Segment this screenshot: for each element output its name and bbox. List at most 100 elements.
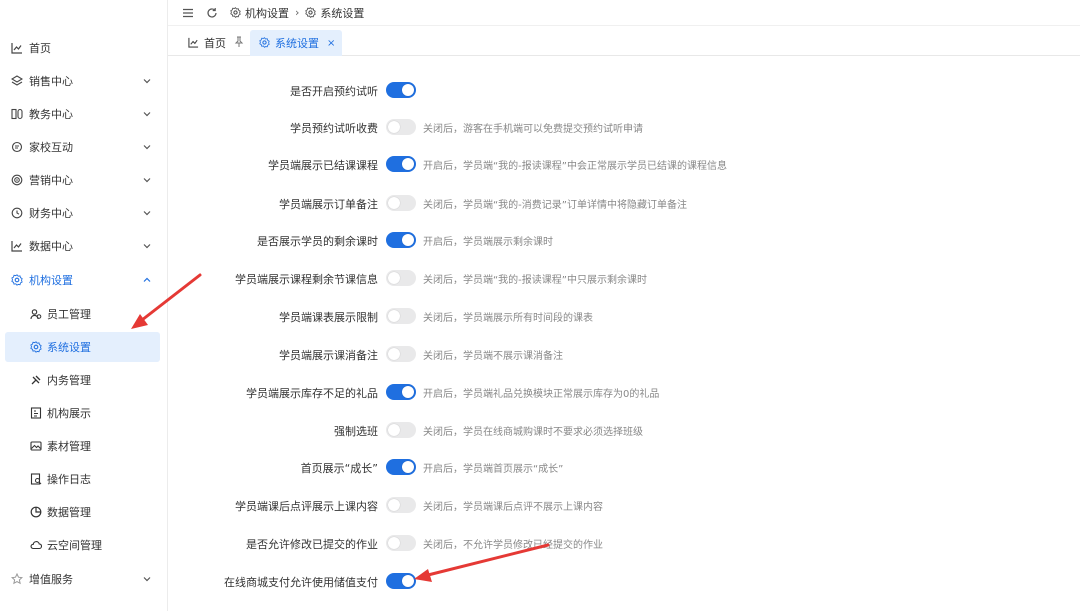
- sidebar-item-org-settings[interactable]: 机构设置: [0, 266, 168, 294]
- setting-toggle[interactable]: [386, 573, 416, 589]
- sidebar-item-marketing[interactable]: 营销中心: [0, 166, 168, 194]
- sidebar-subitem-label: 内务管理: [47, 374, 91, 387]
- setting-description: 关闭后，学员端“我的-消费记录”订单详情中将隐藏订单备注: [423, 200, 687, 211]
- sidebar-subitem-staff[interactable]: 员工管理: [5, 299, 160, 329]
- sidebar-subitem-label: 数据管理: [47, 506, 91, 519]
- log-icon: [29, 473, 42, 486]
- close-icon[interactable]: ×: [327, 38, 335, 49]
- setting-row: 首页展示“成长” 开启后，学员端首页展示“成长”: [168, 456, 1080, 478]
- setting-label: 学员预约试听收费: [290, 122, 378, 135]
- setting-toggle[interactable]: [386, 346, 416, 362]
- gear-icon: [305, 6, 317, 19]
- chart-icon: [188, 37, 200, 49]
- chart-icon: [10, 240, 23, 253]
- setting-toggle[interactable]: [386, 308, 416, 324]
- sidebar-item-sales[interactable]: 销售中心: [0, 67, 168, 95]
- tab-label: 系统设置: [275, 37, 319, 50]
- sidebar-subitem-label: 员工管理: [47, 308, 91, 321]
- sidebar-item-value-added[interactable]: 增值服务: [0, 565, 168, 593]
- image-icon: [29, 440, 42, 453]
- setting-toggle[interactable]: [386, 270, 416, 286]
- book-icon: [10, 108, 23, 121]
- setting-description: 关闭后，不允许学员修改已经提交的作业: [423, 540, 603, 551]
- people-icon: [29, 308, 42, 321]
- sidebar-item-label: 财务中心: [29, 207, 73, 220]
- setting-toggle[interactable]: [386, 497, 416, 513]
- setting-row: 学员端展示课程剩余节课信息 关闭后，学员端“我的-报读课程”中只展示剩余课时: [168, 267, 1080, 289]
- breadcrumb-item-org-settings[interactable]: 机构设置: [230, 5, 289, 21]
- sidebar-item-label: 营销中心: [29, 174, 73, 187]
- setting-label: 是否展示学员的剩余课时: [257, 235, 378, 248]
- setting-toggle[interactable]: [386, 119, 416, 135]
- setting-label: 学员端展示课程剩余节课信息: [235, 273, 378, 286]
- setting-row: 学员端展示库存不足的礼品 开启后，学员端礼品兑换模块正常展示库存为0的礼品: [168, 381, 1080, 403]
- sidebar-item-finance[interactable]: 财务中心: [0, 199, 168, 227]
- gear-icon: [10, 274, 23, 287]
- toggle-knob: [388, 121, 400, 133]
- sidebar-subitem-assets[interactable]: 素材管理: [5, 431, 160, 461]
- setting-toggle[interactable]: [386, 82, 416, 98]
- toggle-knob: [402, 234, 414, 246]
- setting-label: 学员端展示库存不足的礼品: [246, 387, 378, 400]
- sidebar-subitem-cloud[interactable]: 云空间管理: [5, 530, 160, 560]
- setting-label: 是否开启预约试听: [290, 85, 378, 98]
- pin-icon[interactable]: [234, 36, 244, 48]
- sidebar-item-label: 首页: [29, 42, 51, 55]
- toggle-knob: [388, 272, 400, 284]
- gear-icon: [29, 341, 42, 354]
- setting-row: 学员端展示课消备注 关闭后，学员端不展示课消备注: [168, 343, 1080, 365]
- refresh-icon[interactable]: [206, 7, 218, 19]
- menu-icon[interactable]: [182, 7, 194, 19]
- target-icon: [10, 174, 23, 187]
- sidebar-item-data[interactable]: 数据中心: [0, 232, 168, 260]
- setting-label: 强制选班: [334, 425, 378, 438]
- toggle-knob: [388, 537, 400, 549]
- sidebar-subitem-internal[interactable]: 内务管理: [5, 365, 160, 395]
- setting-label: 是否允许修改已提交的作业: [246, 538, 378, 551]
- setting-toggle[interactable]: [386, 459, 416, 475]
- toggle-knob: [402, 84, 414, 96]
- breadcrumb-label: 机构设置: [245, 6, 289, 20]
- setting-toggle[interactable]: [386, 422, 416, 438]
- setting-toggle[interactable]: [386, 384, 416, 400]
- display-icon: [29, 407, 42, 420]
- setting-toggle[interactable]: [386, 535, 416, 551]
- chevron-up-icon: [142, 275, 152, 285]
- tab-home[interactable]: 首页: [188, 30, 226, 56]
- setting-label: 学员端展示订单备注: [279, 198, 378, 211]
- chevron-down-icon: [142, 142, 152, 152]
- setting-description: 关闭后，学员端展示所有时间段的课表: [423, 313, 593, 324]
- toggle-knob: [402, 386, 414, 398]
- setting-description: 关闭后，学员在线商城购课时不要求必须选择班级: [423, 427, 643, 438]
- tab-system-settings[interactable]: 系统设置 ×: [250, 30, 342, 56]
- setting-description: 关闭后，学员端“我的-报读课程”中只展示剩余课时: [423, 275, 647, 286]
- layers-icon: [10, 75, 23, 88]
- sidebar-item-label: 增值服务: [29, 573, 73, 586]
- sidebar-item-label: 家校互动: [29, 141, 73, 154]
- sidebar-subitem-logs[interactable]: 操作日志: [5, 464, 160, 494]
- setting-row: 是否开启预约试听: [168, 79, 1080, 101]
- setting-toggle[interactable]: [386, 156, 416, 172]
- toggle-knob: [388, 310, 400, 322]
- sidebar-subitem-system-settings[interactable]: 系统设置: [5, 332, 160, 362]
- sidebar-item-home-school[interactable]: 家校互动: [0, 133, 168, 161]
- toggle-knob: [402, 575, 414, 587]
- sidebar-subitem-data-manage[interactable]: 数据管理: [5, 497, 160, 527]
- sidebar-subitem-label: 系统设置: [47, 341, 91, 354]
- toggle-knob: [388, 348, 400, 360]
- setting-toggle[interactable]: [386, 232, 416, 248]
- setting-label: 学员端课表展示限制: [279, 311, 378, 324]
- setting-label: 学员端课后点评展示上课内容: [235, 500, 378, 513]
- sidebar-item-label: 机构设置: [29, 274, 73, 287]
- gear-icon: [230, 6, 242, 19]
- sidebar-item-label: 教务中心: [29, 108, 73, 121]
- sidebar-item-home[interactable]: 首页: [0, 34, 168, 62]
- breadcrumb-separator-icon: ›: [295, 6, 300, 19]
- setting-toggle[interactable]: [386, 195, 416, 211]
- sidebar-subitem-display[interactable]: 机构展示: [5, 398, 160, 428]
- setting-row: 是否展示学员的剩余课时 开启后，学员端展示剩余课时: [168, 229, 1080, 251]
- cloud-icon: [29, 539, 42, 552]
- setting-description: 开启后，学员端展示剩余课时: [423, 237, 553, 248]
- sidebar-subitem-label: 素材管理: [47, 440, 91, 453]
- sidebar-item-academic[interactable]: 教务中心: [0, 100, 168, 128]
